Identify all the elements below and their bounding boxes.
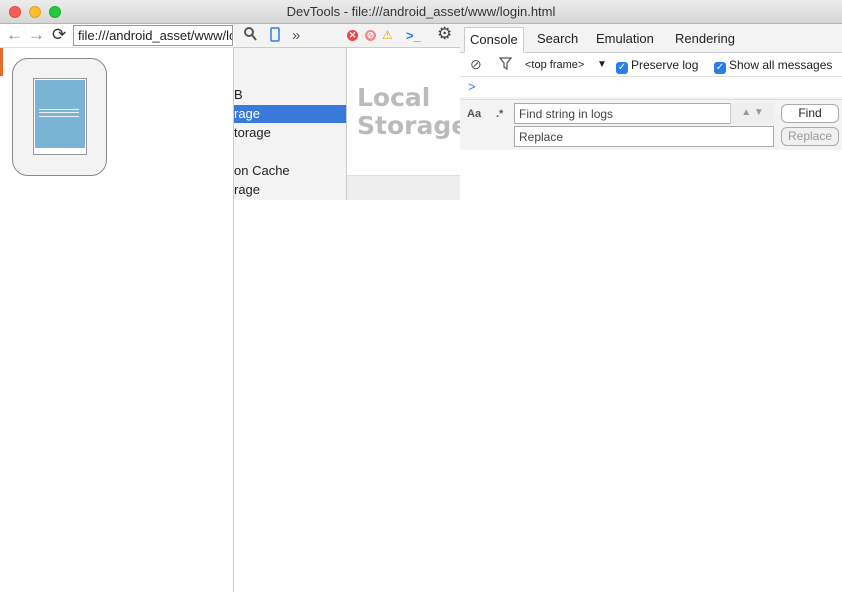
warning-icon[interactable]: ⚠: [382, 27, 393, 44]
resources-sidebar: B rage torage on Cache rage: [234, 48, 347, 200]
replace-button[interactable]: Replace: [781, 127, 839, 146]
preserve-log-checkbox[interactable]: ✓ Preserve log: [616, 57, 698, 74]
sidebar-item-application-cache[interactable]: on Cache: [234, 162, 346, 180]
reload-icon[interactable]: ⟳: [52, 26, 66, 44]
storage-title: Local Storage: [357, 84, 460, 140]
sidebar-item-local-storage[interactable]: rage: [234, 105, 346, 123]
tab-emulation[interactable]: Emulation: [591, 27, 659, 53]
clear-console-icon[interactable]: ⊘: [470, 56, 482, 72]
arrow-left-icon[interactable]: ←: [6, 26, 23, 44]
checkbox-icon: ✓: [714, 62, 726, 74]
browser-toolbar: ← → ⟳ file:///android_asset/www/login.ht…: [0, 24, 234, 48]
sidebar-item-cache-storage[interactable]: rage: [234, 181, 346, 199]
find-button[interactable]: Find: [781, 104, 839, 123]
search-icon[interactable]: [244, 27, 257, 45]
drawer-tabs: Console Search Emulation Rendering: [460, 24, 842, 53]
url-input[interactable]: file:///android_asset/www/login.html: [73, 25, 233, 46]
find-replace-bar: Aa .* Find string in logs ▲ ▼ Replace Fi…: [460, 99, 842, 150]
screen-line: [39, 109, 79, 110]
device-screen: [33, 78, 87, 155]
screen-line: [39, 112, 79, 113]
show-all-checkbox[interactable]: ✓ Show all messages: [714, 57, 832, 74]
error-icon[interactable]: ✕: [347, 30, 358, 41]
device-screen-content: [35, 80, 85, 148]
gear-icon[interactable]: ⚙: [437, 25, 452, 42]
tab-search[interactable]: Search: [532, 27, 583, 53]
console-toolbar: ⊘ <top frame> ▼ ✓ Preserve log ✓ Show all …: [460, 53, 842, 77]
sidebar-item-indexeddb[interactable]: B: [234, 86, 346, 104]
screen-line: [39, 116, 79, 117]
chevron-down-icon[interactable]: ▼: [597, 57, 607, 73]
more-panels-icon[interactable]: »: [292, 27, 300, 44]
console-prompt-row[interactable]: >: [460, 77, 842, 97]
arrow-right-icon[interactable]: →: [28, 26, 45, 44]
find-navigation[interactable]: ▲ ▼: [730, 103, 774, 124]
window-title: DevTools - file:///android_asset/www/log…: [286, 4, 556, 19]
devtools-toolbar: » ✕ ⊘ ⚠ >_ ⚙: [234, 24, 460, 48]
storage-footer: [347, 175, 460, 200]
device-thumbnail[interactable]: [12, 58, 107, 176]
console-drawer: Console Search Emulation Rendering ⊘ <to…: [460, 24, 842, 150]
match-case-toggle[interactable]: Aa: [467, 108, 481, 120]
tab-rendering[interactable]: Rendering: [670, 27, 740, 53]
replace-input[interactable]: Replace: [514, 126, 774, 147]
frame-select[interactable]: <top frame>: [525, 57, 584, 73]
preserve-log-label: Preserve log: [631, 58, 699, 72]
filter-icon[interactable]: [498, 57, 513, 74]
regex-toggle[interactable]: .*: [496, 108, 503, 120]
sidebar-item-cookies[interactable]: [234, 143, 346, 161]
orange-stripe: [0, 48, 3, 76]
device-mode-icon[interactable]: [270, 27, 280, 46]
sidebar-item-session-storage[interactable]: torage: [234, 124, 346, 142]
window-titlebar: DevTools - file:///android_asset/www/log…: [0, 0, 842, 24]
storage-title-line1: Local: [357, 83, 431, 112]
checkbox-icon: ✓: [616, 62, 628, 74]
tab-console[interactable]: Console: [464, 27, 524, 53]
console-drawer-icon[interactable]: >_: [406, 27, 421, 44]
storage-view: Local Storage: [347, 48, 460, 200]
blocked-icon[interactable]: ⊘: [365, 30, 376, 41]
show-all-label: Show all messages: [729, 58, 833, 72]
storage-title-line2: Storage: [357, 111, 460, 140]
console-prompt: >: [468, 79, 476, 94]
